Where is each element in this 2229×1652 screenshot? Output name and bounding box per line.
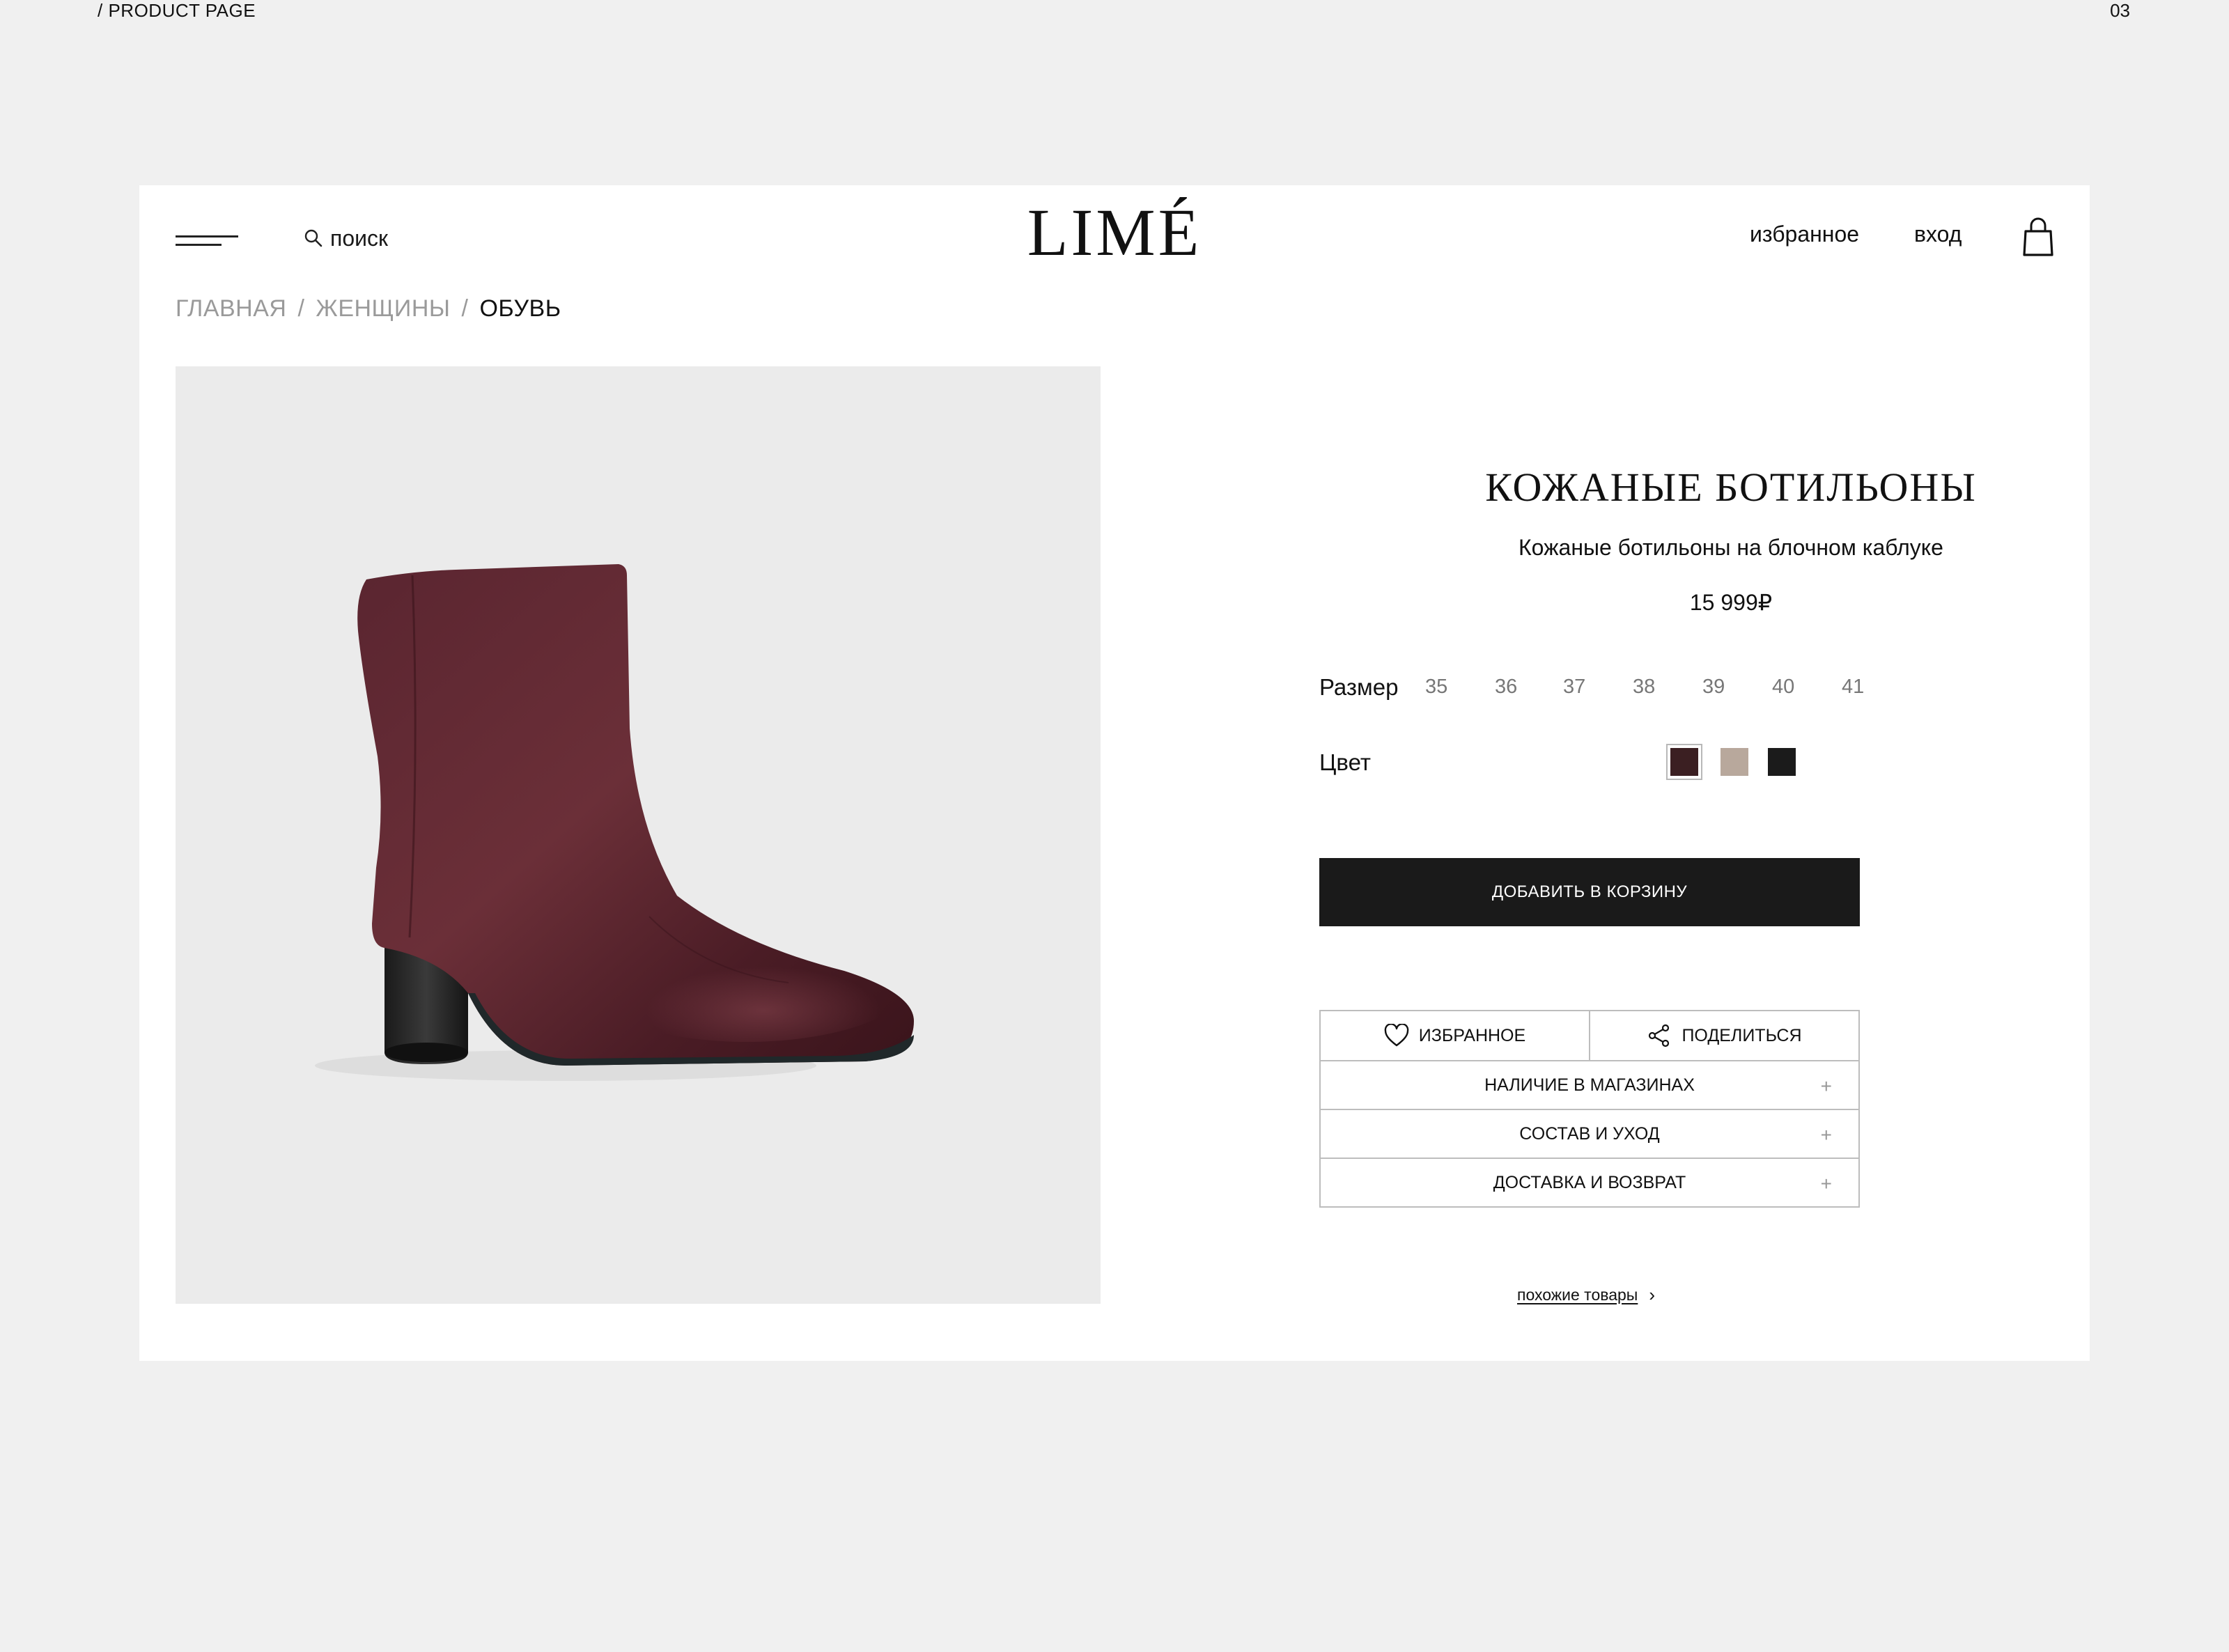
breadcrumb-women[interactable]: ЖЕНЩИНЫ xyxy=(316,295,450,322)
product-price: 15 999₽ xyxy=(1689,590,1773,615)
chevron-right-icon: › xyxy=(1649,1284,1655,1305)
color-swatch-black[interactable] xyxy=(1768,748,1796,776)
slide-label: / PRODUCT PAGE xyxy=(98,0,256,21)
accordion-label: СОСТАВ И УХОД xyxy=(1519,1123,1660,1144)
size-option[interactable]: 35 xyxy=(1425,676,1447,699)
color-swatch-beige[interactable] xyxy=(1721,748,1748,776)
size-option[interactable]: 37 xyxy=(1563,676,1585,699)
plus-icon: + xyxy=(1820,1124,1832,1146)
favorites-button-label: ИЗБРАННОЕ xyxy=(1418,1025,1526,1045)
size-option[interactable]: 40 xyxy=(1772,676,1794,699)
share-button[interactable]: ПОДЕЛИТЬСЯ xyxy=(1589,1011,1858,1060)
color-label: Цвет xyxy=(1319,749,1371,775)
size-option[interactable]: 36 xyxy=(1495,676,1517,699)
breadcrumb-separator: / xyxy=(461,295,469,322)
share-icon xyxy=(1649,1024,1670,1047)
similar-products-link[interactable]: похожие товары › xyxy=(1517,1284,1655,1306)
accordion-label: НАЛИЧИЕ В МАГАЗИНАХ xyxy=(1484,1075,1695,1095)
plus-icon: + xyxy=(1820,1075,1832,1097)
shopping-bag-icon[interactable] xyxy=(2020,216,2056,258)
accordion-composition-care[interactable]: СОСТАВ И УХОД + xyxy=(1321,1110,1858,1159)
product-actions-panel: ИЗБРАННОЕ ПОДЕЛИТЬСЯ НАЛИЧИЕ В МАГАЗИНАХ… xyxy=(1319,1010,1860,1208)
breadcrumb-shoes: ОБУВЬ xyxy=(479,295,561,322)
accordion-store-availability[interactable]: НАЛИЧИЕ В МАГАЗИНАХ + xyxy=(1321,1061,1858,1110)
size-label: Размер xyxy=(1319,674,1399,700)
add-to-favorites-button[interactable]: ИЗБРАННОЕ xyxy=(1321,1011,1589,1060)
color-selector: Цвет xyxy=(1319,740,2002,781)
plus-icon: + xyxy=(1820,1173,1832,1194)
size-option[interactable]: 39 xyxy=(1702,676,1725,699)
color-swatch-burgundy[interactable] xyxy=(1666,744,1702,780)
size-selector: Размер 35 36 37 38 39 40 41 xyxy=(1319,670,2002,705)
share-button-label: ПОДЕЛИТЬСЯ xyxy=(1682,1025,1802,1045)
add-to-cart-button[interactable]: ДОБАВИТЬ В КОРЗИНУ xyxy=(1319,858,1860,926)
accordion-delivery-returns[interactable]: ДОСТАВКА И ВОЗВРАТ + xyxy=(1321,1159,1858,1206)
favorites-link[interactable]: избранное xyxy=(1750,221,1859,247)
heart-icon xyxy=(1384,1024,1409,1047)
product-subtitle: Кожаные ботильоны на блочном каблуке xyxy=(1519,535,1943,560)
product-title: КОЖАНЫЕ БОТИЛЬОНЫ xyxy=(1485,465,1977,510)
slide-number: 03 xyxy=(2110,0,2130,21)
product-page: поиск LIMÉ избранное вход ГЛАВНАЯ / ЖЕНЩИН… xyxy=(139,185,2090,1361)
ankle-boot-image xyxy=(315,564,914,1081)
size-option[interactable]: 41 xyxy=(1842,676,1864,699)
actions-row: ИЗБРАННОЕ ПОДЕЛИТЬСЯ xyxy=(1321,1011,1858,1061)
size-option[interactable]: 38 xyxy=(1633,676,1655,699)
login-link[interactable]: вход xyxy=(1914,221,1962,247)
breadcrumb-separator: / xyxy=(297,295,305,322)
accordion-label: ДОСТАВКА И ВОЗВРАТ xyxy=(1493,1172,1686,1192)
breadcrumb: ГЛАВНАЯ / ЖЕНЩИНЫ / ОБУВЬ xyxy=(176,295,561,322)
breadcrumb-home[interactable]: ГЛАВНАЯ xyxy=(176,295,286,322)
similar-products-label: похожие товары xyxy=(1517,1286,1638,1304)
product-image[interactable] xyxy=(176,366,1101,1304)
